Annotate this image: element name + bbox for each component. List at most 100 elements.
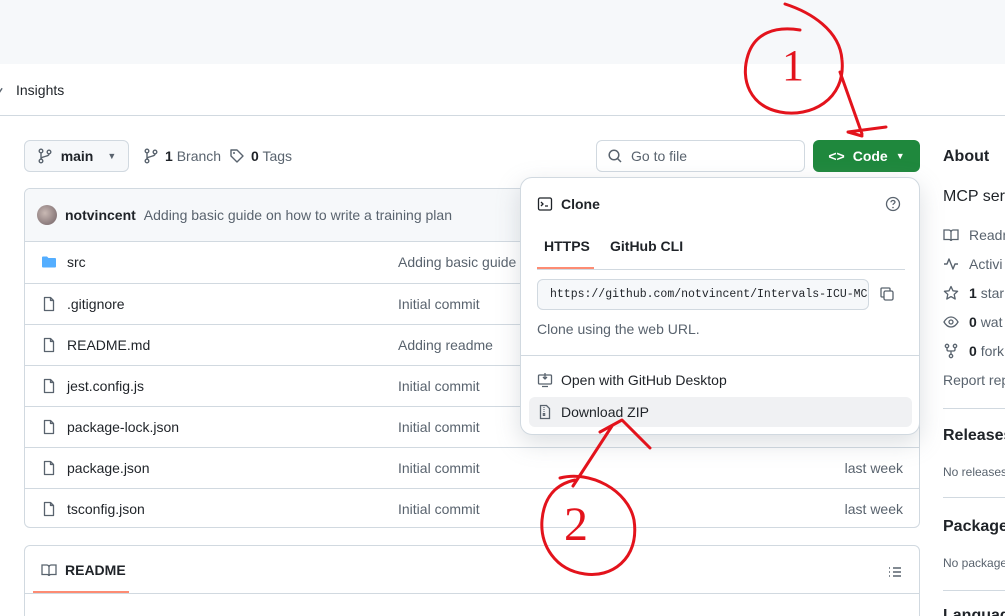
sidebar-item-fork[interactable]: 0 fork <box>943 343 1004 359</box>
branch-name: main <box>60 148 94 164</box>
sidebar-item-eye[interactable]: 0 wat <box>943 314 1002 330</box>
file-name[interactable]: jest.config.js <box>67 378 144 394</box>
clone-title: Clone <box>561 196 600 212</box>
go-to-file-input[interactable]: Go to file <box>596 140 805 172</box>
commit-author[interactable]: notvincent <box>65 207 136 223</box>
folder-icon <box>41 254 57 270</box>
report-label: Report rep <box>943 372 1005 388</box>
divider <box>537 269 905 270</box>
copy-icon[interactable] <box>879 286 895 302</box>
fork-icon <box>944 343 958 359</box>
tab-insights[interactable]: Insights <box>0 82 64 98</box>
repo-description: MCP serv <box>943 188 1005 205</box>
divider <box>943 497 1005 498</box>
branches-link[interactable]: 1 Branch <box>143 148 221 164</box>
tag-icon <box>230 149 244 163</box>
file-commit-message[interactable]: Adding basic guide <box>398 254 516 270</box>
file-commit-time: last week <box>844 501 903 517</box>
languages-heading: Language <box>943 607 1005 616</box>
clone-url-field[interactable]: https://github.com/notvincent/Intervals-… <box>537 279 869 310</box>
sidebar-item-text: 0 fork <box>969 343 1004 359</box>
divider <box>521 355 919 356</box>
branches-label: Branch <box>176 148 222 164</box>
file-commit-message[interactable]: Adding readme <box>398 337 493 353</box>
clone-dropdown: Clone HTTPS GitHub CLI https://github.co… <box>520 177 920 435</box>
book-icon <box>41 564 57 577</box>
packages-heading[interactable]: Packages <box>943 518 1005 536</box>
file-commit-message[interactable]: Initial commit <box>398 378 480 394</box>
pulse-icon <box>944 258 958 270</box>
report-link[interactable]: Report rep <box>943 372 1005 388</box>
search-icon <box>608 149 622 163</box>
file-icon <box>41 296 57 312</box>
sidebar-item-label: star <box>980 285 1005 301</box>
help-icon[interactable] <box>885 196 901 212</box>
chevron-down-icon: ▼ <box>895 151 905 161</box>
releases-note: No releases <box>943 465 1005 479</box>
code-brackets-icon: <> <box>828 148 845 164</box>
sidebar-item-star[interactable]: 1 star <box>943 285 1004 301</box>
file-commit-message[interactable]: Initial commit <box>398 296 480 312</box>
releases-heading[interactable]: Releases <box>943 427 1005 445</box>
file-commit-message[interactable]: Initial commit <box>398 501 480 517</box>
file-name[interactable]: README.md <box>67 337 150 353</box>
open-github-desktop-item[interactable]: Open with GitHub Desktop <box>529 365 912 395</box>
tab-insights-label: Insights <box>16 82 65 98</box>
sidebar-item-count: 0 <box>969 343 977 359</box>
readme-panel: README <box>24 545 920 616</box>
sidebar-item-label: fork <box>980 343 1005 359</box>
download-zip-label: Download ZIP <box>561 404 649 420</box>
clone-header: Clone <box>537 196 600 212</box>
packages-note: No package <box>943 556 1005 570</box>
open-github-desktop-label: Open with GitHub Desktop <box>561 372 727 388</box>
sidebar-item-label: Activi <box>969 256 1003 272</box>
go-to-file-placeholder: Go to file <box>631 148 688 164</box>
sidebar-item-text: 1 star <box>969 285 1004 301</box>
readme-tab-label: README <box>65 562 126 578</box>
table-row[interactable]: tsconfig.json Initial commit last week <box>25 488 919 527</box>
file-name[interactable]: src <box>67 254 86 270</box>
file-name[interactable]: .gitignore <box>67 296 125 312</box>
file-name[interactable]: package.json <box>67 460 150 476</box>
file-commit-time: last week <box>844 460 903 476</box>
clone-hint: Clone using the web URL. <box>537 321 700 337</box>
file-icon <box>41 419 57 435</box>
divider <box>25 593 919 594</box>
file-commit-message[interactable]: Initial commit <box>398 419 480 435</box>
sidebar-item-text: Readm <box>969 227 1005 243</box>
file-icon <box>41 501 57 517</box>
terminal-icon <box>537 197 553 211</box>
download-zip-item[interactable]: Download ZIP <box>529 397 912 427</box>
commit-message[interactable]: Adding basic guide on how to write a tra… <box>144 207 452 223</box>
divider <box>943 408 1005 409</box>
sidebar-item-count: 1 <box>969 285 977 301</box>
graph-icon <box>0 87 3 93</box>
table-row[interactable]: package.json Initial commit last week <box>25 447 919 488</box>
sidebar-item-book[interactable]: Readm <box>943 227 1005 243</box>
file-zip-icon <box>539 404 551 420</box>
file-icon <box>41 337 57 353</box>
sidebar-item-text: Activi <box>969 256 1002 272</box>
list-icon[interactable] <box>887 564 903 580</box>
tags-link[interactable]: 0 Tags <box>229 148 292 164</box>
readme-tab[interactable]: README <box>41 562 126 578</box>
branch-icon <box>38 148 52 164</box>
file-icon <box>41 378 57 394</box>
sidebar-item-pulse[interactable]: Activi <box>943 256 1002 272</box>
star-icon <box>943 285 959 300</box>
tab-https[interactable]: HTTPS <box>544 238 590 254</box>
branch-icon <box>144 148 158 164</box>
code-button[interactable]: <> Code ▼ <box>813 140 920 172</box>
code-button-label: Code <box>852 148 888 164</box>
file-name[interactable]: tsconfig.json <box>67 501 145 517</box>
file-commit-message[interactable]: Initial commit <box>398 460 480 476</box>
sidebar-item-text: 0 wat <box>969 314 1002 330</box>
tab-github-cli[interactable]: GitHub CLI <box>610 238 683 254</box>
sidebar-item-count: 0 <box>969 314 977 330</box>
tags-label: Tags <box>262 148 293 164</box>
divider <box>943 590 1005 591</box>
repo-header-band <box>0 0 1005 64</box>
file-name[interactable]: package-lock.json <box>67 419 179 435</box>
branch-selector-button[interactable]: main ▼ <box>24 140 129 172</box>
avatar[interactable] <box>37 205 57 225</box>
